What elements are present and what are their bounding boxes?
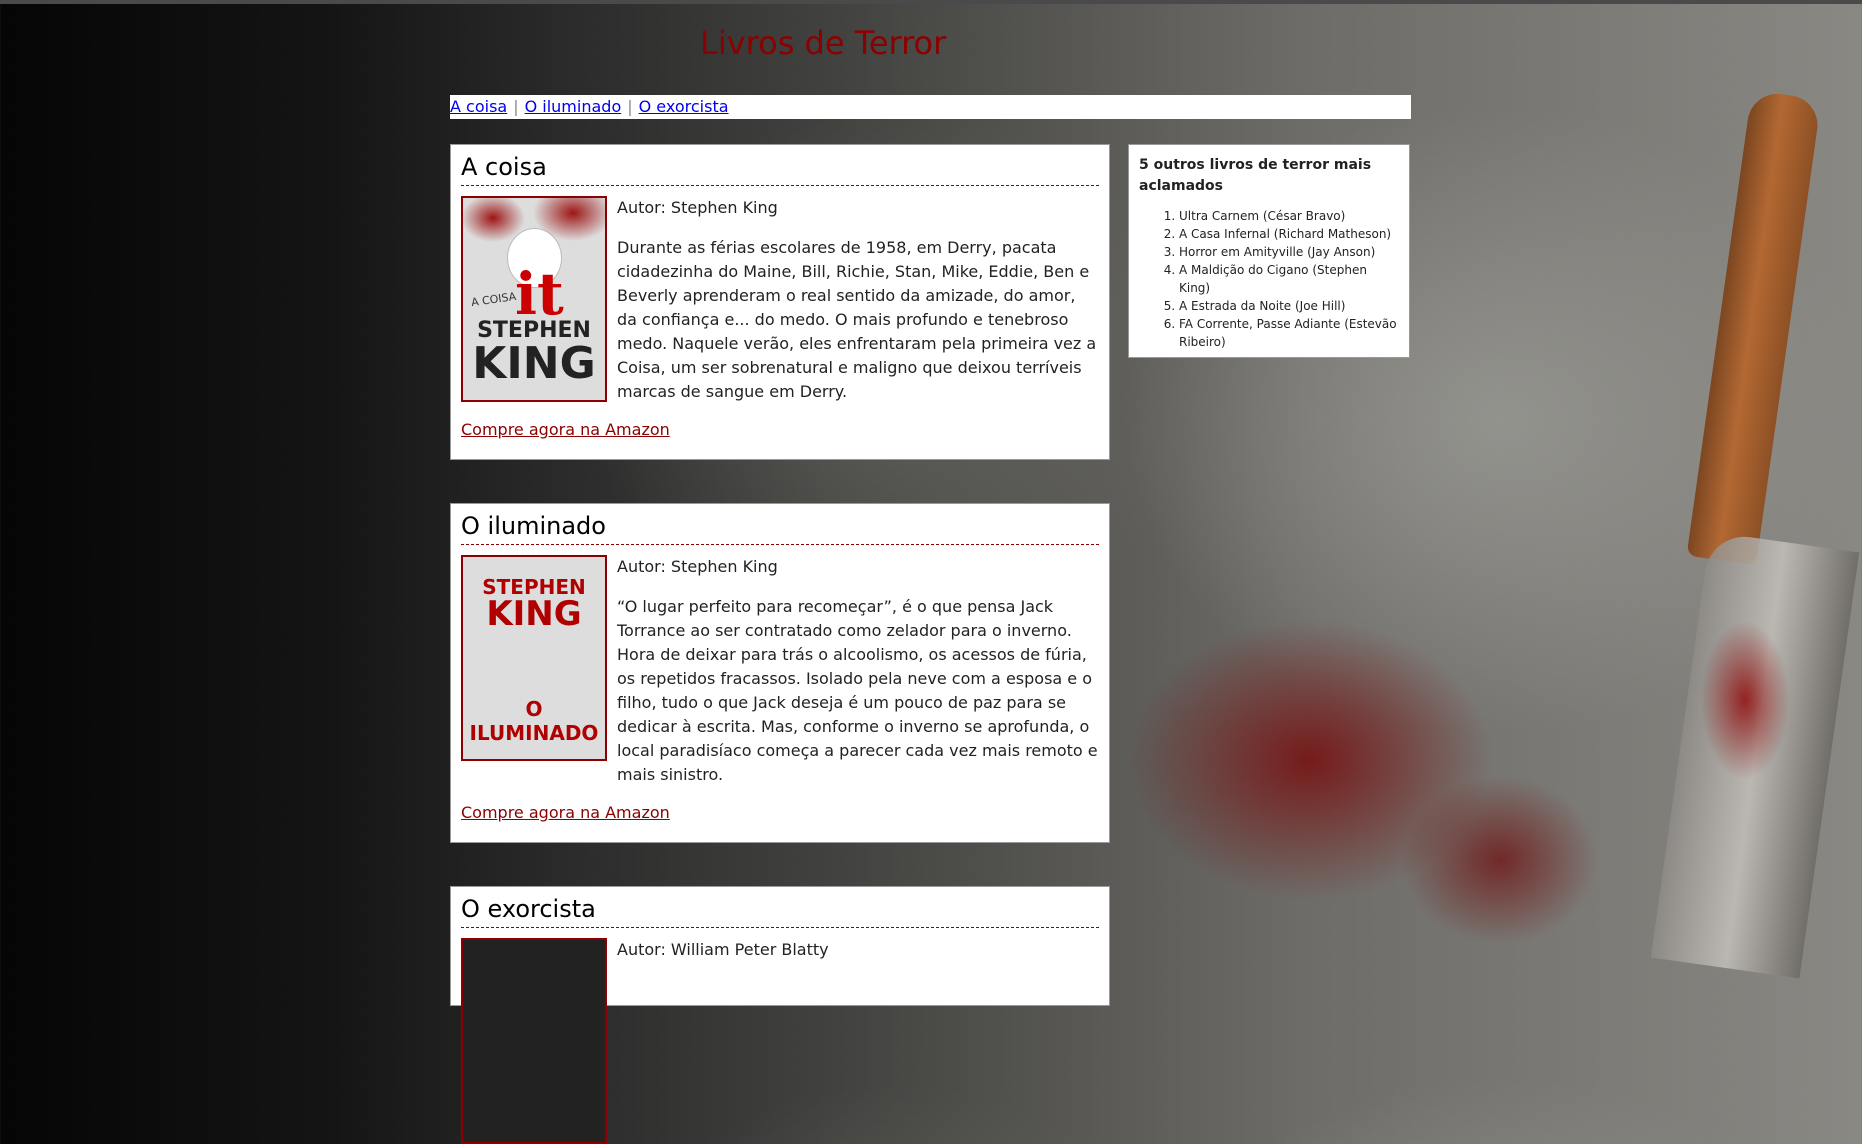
nav-link-o-exorcista[interactable]: O exorcista xyxy=(639,97,729,116)
article-title: O iluminado xyxy=(461,512,1099,545)
top-border xyxy=(0,0,1862,4)
list-item: Horror em Amityville (Jay Anson) xyxy=(1179,243,1399,261)
article-o-exorcista: O exorcista Autor: William Peter Blatty xyxy=(450,886,1110,1144)
background-blood-splatter xyxy=(1700,620,1790,780)
nav-separator: | xyxy=(513,97,519,116)
cover-subtitle: A COISA xyxy=(470,289,518,310)
nav-link-a-coisa[interactable]: A coisa xyxy=(450,97,507,116)
sidebar-title: 5 outros livros de terror mais aclamados xyxy=(1139,157,1372,194)
cover-it-title: it xyxy=(515,260,564,328)
cover-author-last: KING xyxy=(486,594,582,634)
list-item: A Estrada da Noite (Joe Hill) xyxy=(1179,297,1399,315)
cover-author-last: KING xyxy=(472,338,596,389)
book-cover-image: STEPHEN KING O ILUMINADO xyxy=(461,555,607,761)
article-a-coisa: A coisa it A COISA STEPHEN KING Autor: S… xyxy=(450,144,1110,460)
cover-author: STEPHEN KING xyxy=(463,577,605,631)
list-item: FA Corrente, Passe Adiante (Estevão Ribe… xyxy=(1179,315,1399,351)
list-item: A Maldição do Cigano (Stephen King) xyxy=(1179,261,1399,297)
list-item: Ultra Carnem (César Bravo) xyxy=(1179,207,1399,225)
cover-author: STEPHEN KING xyxy=(463,320,605,386)
buy-amazon-link[interactable]: Compre agora na Amazon xyxy=(461,420,670,439)
top-nav: A coisa | O iluminado | O exorcista xyxy=(450,95,1411,119)
list-item: A Casa Infernal (Richard Matheson) xyxy=(1179,225,1399,243)
sidebar-top-books: 5 outros livros de terror mais aclamados… xyxy=(1128,144,1410,358)
book-cover-image: it A COISA STEPHEN KING xyxy=(461,196,607,402)
book-cover-image xyxy=(461,938,607,1144)
cover-title: O ILUMINADO xyxy=(469,697,599,745)
nav-separator: | xyxy=(627,97,633,116)
nav-link-o-iluminado[interactable]: O iluminado xyxy=(525,97,622,116)
buy-amazon-link[interactable]: Compre agora na Amazon xyxy=(461,803,670,822)
site-title: Livros de Terror xyxy=(700,24,947,62)
sidebar-book-list: Ultra Carnem (César Bravo) A Casa Infern… xyxy=(1139,207,1399,351)
article-title: O exorcista xyxy=(461,895,1099,928)
article-title: A coisa xyxy=(461,153,1099,186)
background-knife-handle xyxy=(1686,90,1822,566)
article-o-iluminado: O iluminado STEPHEN KING O ILUMINADO Aut… xyxy=(450,503,1110,843)
